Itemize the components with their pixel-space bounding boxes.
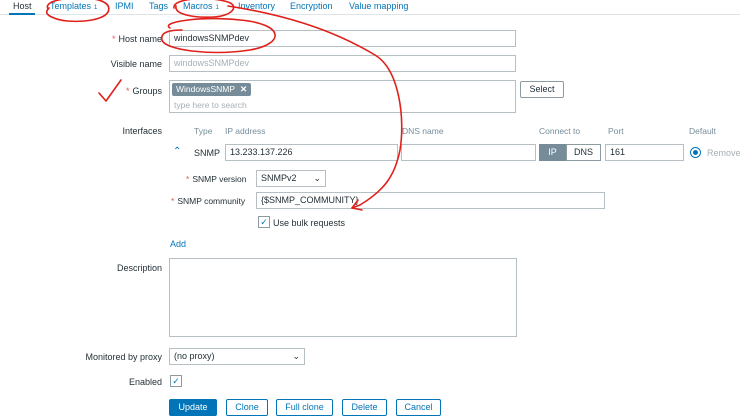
tab-macros[interactable]: Macros 1 (183, 1, 219, 11)
remove-chip-icon[interactable]: ✕ (240, 84, 247, 94)
cancel-button[interactable]: Cancel (396, 399, 441, 416)
tab-templates-count: 1 (94, 5, 98, 11)
groups-label-text: Groups (132, 86, 162, 96)
remove-interface-link[interactable]: Remove (707, 148, 740, 158)
visible-name-input[interactable]: windowsSNMPdev (169, 55, 516, 72)
col-port: Port (608, 126, 624, 136)
clone-button[interactable]: Clone (226, 399, 268, 416)
tab-bar: Host Templates 1 IPMI Tags Macros 1 Invent… (0, 0, 740, 15)
full-clone-button[interactable]: Full clone (276, 399, 333, 416)
delete-button[interactable]: Delete (342, 399, 387, 416)
groups-search-placeholder[interactable]: type here to search (174, 100, 247, 110)
groups-label: * Groups (12, 86, 162, 96)
radio-dot (693, 150, 698, 155)
snmp-version-value: SNMPv2 (261, 173, 297, 183)
connect-ip-toggle[interactable]: IP (539, 144, 566, 161)
interface-ip-input[interactable]: 13.233.137.226 (225, 144, 398, 161)
add-interface-link[interactable]: Add (170, 239, 186, 249)
groups-select-button[interactable]: Select (520, 81, 564, 98)
bulk-requests-checkbox[interactable]: ✓ (258, 216, 270, 228)
connect-dns-toggle[interactable]: DNS (566, 144, 601, 161)
snmp-version-label: * SNMP version (186, 174, 246, 184)
col-ip-address: IP address (225, 126, 266, 136)
tab-macros-label: Macros (183, 1, 213, 11)
interface-type: SNMP (194, 148, 221, 158)
interface-dns-input[interactable] (401, 144, 536, 161)
tab-templates[interactable]: Templates 1 (50, 1, 97, 11)
interfaces-label: Interfaces (122, 126, 162, 136)
proxy-label: Monitored by proxy (85, 352, 162, 362)
collapse-chevron-icon[interactable]: ⌃ (173, 146, 181, 157)
group-chip-label: WindowsSNMP (176, 84, 236, 94)
col-type: Type (194, 126, 213, 136)
tab-host[interactable]: Host (13, 1, 32, 11)
group-chip: WindowsSNMP ✕ (172, 83, 252, 96)
tab-inventory[interactable]: Inventory (238, 1, 275, 11)
interface-port-input[interactable]: 161 (605, 144, 684, 161)
required-asterisk: * (111, 34, 116, 44)
tab-value-mapping[interactable]: Value mapping (349, 1, 408, 11)
tab-tags[interactable]: Tags (149, 1, 168, 11)
required-asterisk: * (125, 86, 130, 96)
tab-ipmi[interactable]: IPMI (115, 1, 134, 11)
check-icon: ✓ (260, 217, 268, 227)
chevron-down-icon: ⌄ (292, 351, 300, 361)
col-dns-name: DNS name (402, 126, 444, 136)
snmp-version-select[interactable]: SNMPv2 ⌄ (256, 170, 326, 187)
bulk-requests-label: Use bulk requests (273, 218, 346, 228)
tab-macros-count: 1 (215, 5, 219, 11)
tab-encryption[interactable]: Encryption (290, 1, 333, 11)
snmp-community-label: * SNMP community (171, 196, 245, 206)
enabled-checkbox[interactable]: ✓ (170, 375, 182, 387)
proxy-value: (no proxy) (174, 351, 215, 361)
snmp-community-input[interactable]: {$SNMP_COMMUNITY} (256, 192, 605, 209)
proxy-select[interactable]: (no proxy) ⌄ (169, 348, 305, 365)
required-asterisk: * (186, 174, 190, 184)
default-radio[interactable] (690, 147, 701, 158)
snmp-version-label-text: SNMP version (192, 174, 247, 184)
tab-templates-label: Templates (50, 1, 92, 11)
snmp-community-label-text: SNMP community (177, 196, 246, 206)
description-label: Description (116, 263, 162, 273)
host-name-label: * Host name (12, 34, 162, 44)
chevron-down-icon: ⌄ (313, 173, 321, 183)
update-button[interactable]: Update (169, 399, 217, 416)
active-tab-indicator (9, 13, 35, 15)
check-icon: ✓ (172, 376, 180, 386)
required-asterisk: * (171, 196, 175, 206)
visible-name-label: Visible name (110, 59, 162, 69)
description-textarea[interactable] (169, 258, 517, 337)
host-name-label-text: Host name (118, 34, 162, 44)
col-connect-to: Connect to (539, 126, 581, 136)
host-name-input[interactable]: windowsSNMPdev (169, 30, 516, 47)
enabled-label: Enabled (128, 377, 162, 387)
col-default: Default (689, 126, 716, 136)
